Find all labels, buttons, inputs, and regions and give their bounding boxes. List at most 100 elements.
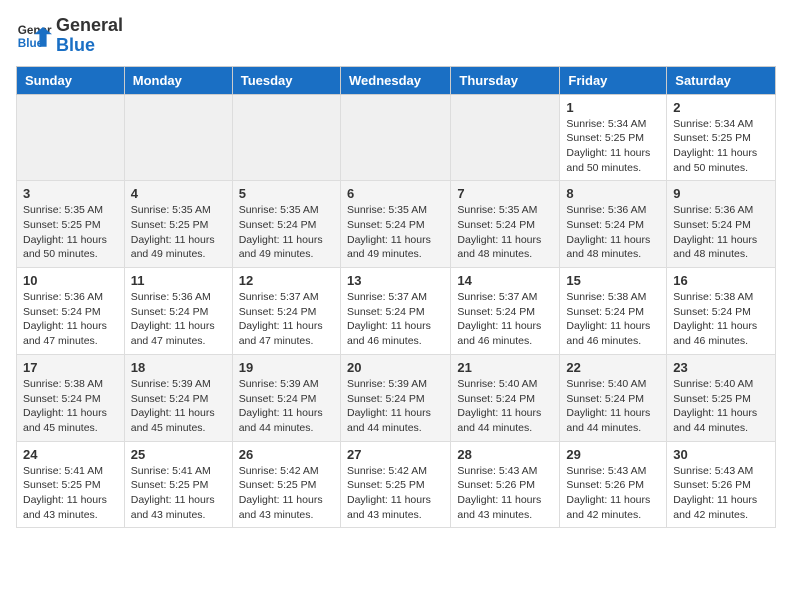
calendar-day-cell: 26 Sunrise: 5:42 AM Sunset: 5:25 PM Dayli…	[232, 441, 340, 528]
day-number: 10	[23, 273, 118, 288]
calendar-day-cell	[451, 94, 560, 181]
day-info: Sunrise: 5:35 AM Sunset: 5:24 PM Dayligh…	[457, 203, 553, 262]
day-number: 26	[239, 447, 334, 462]
weekday-header-sunday: Sunday	[17, 66, 125, 94]
day-number: 29	[566, 447, 660, 462]
day-info: Sunrise: 5:39 AM Sunset: 5:24 PM Dayligh…	[347, 377, 444, 436]
calendar-day-cell: 3 Sunrise: 5:35 AM Sunset: 5:25 PM Daylig…	[17, 181, 125, 268]
day-number: 30	[673, 447, 769, 462]
weekday-header-tuesday: Tuesday	[232, 66, 340, 94]
day-number: 5	[239, 186, 334, 201]
day-info: Sunrise: 5:41 AM Sunset: 5:25 PM Dayligh…	[131, 464, 226, 523]
day-info: Sunrise: 5:38 AM Sunset: 5:24 PM Dayligh…	[673, 290, 769, 349]
day-info: Sunrise: 5:43 AM Sunset: 5:26 PM Dayligh…	[457, 464, 553, 523]
logo-text: General Blue	[56, 16, 123, 56]
day-number: 18	[131, 360, 226, 375]
day-number: 9	[673, 186, 769, 201]
day-number: 11	[131, 273, 226, 288]
day-number: 15	[566, 273, 660, 288]
day-info: Sunrise: 5:39 AM Sunset: 5:24 PM Dayligh…	[131, 377, 226, 436]
day-number: 28	[457, 447, 553, 462]
calendar-day-cell: 27 Sunrise: 5:42 AM Sunset: 5:25 PM Dayli…	[340, 441, 450, 528]
calendar-week-row: 1Sunrise: 5:34 AM Sunset: 5:25 PM Daylig…	[17, 94, 776, 181]
calendar-day-cell: 21 Sunrise: 5:40 AM Sunset: 5:24 PM Dayli…	[451, 354, 560, 441]
day-info: Sunrise: 5:41 AM Sunset: 5:25 PM Dayligh…	[23, 464, 118, 523]
day-number: 16	[673, 273, 769, 288]
day-number: 6	[347, 186, 444, 201]
calendar-day-cell: 15 Sunrise: 5:38 AM Sunset: 5:24 PM Dayli…	[560, 268, 667, 355]
calendar-day-cell: 5 Sunrise: 5:35 AM Sunset: 5:24 PM Daylig…	[232, 181, 340, 268]
calendar-day-cell: 2 Sunrise: 5:34 AM Sunset: 5:25 PM Daylig…	[667, 94, 776, 181]
calendar-day-cell	[232, 94, 340, 181]
day-number: 24	[23, 447, 118, 462]
day-number: 20	[347, 360, 444, 375]
calendar-day-cell: 23Sunrise: 5:40 AM Sunset: 5:25 PM Dayli…	[667, 354, 776, 441]
calendar-day-cell: 25 Sunrise: 5:41 AM Sunset: 5:25 PM Dayli…	[124, 441, 232, 528]
day-info: Sunrise: 5:34 AM Sunset: 5:25 PM Dayligh…	[673, 117, 769, 176]
day-info: Sunrise: 5:38 AM Sunset: 5:24 PM Dayligh…	[566, 290, 660, 349]
day-info: Sunrise: 5:35 AM Sunset: 5:25 PM Dayligh…	[23, 203, 118, 262]
day-info: Sunrise: 5:38 AM Sunset: 5:24 PM Dayligh…	[23, 377, 118, 436]
day-number: 25	[131, 447, 226, 462]
day-number: 21	[457, 360, 553, 375]
calendar-day-cell: 9 Sunrise: 5:36 AM Sunset: 5:24 PM Daylig…	[667, 181, 776, 268]
calendar-day-cell: 16 Sunrise: 5:38 AM Sunset: 5:24 PM Dayli…	[667, 268, 776, 355]
day-info: Sunrise: 5:40 AM Sunset: 5:24 PM Dayligh…	[457, 377, 553, 436]
calendar-week-row: 3 Sunrise: 5:35 AM Sunset: 5:25 PM Daylig…	[17, 181, 776, 268]
calendar-day-cell: 4Sunrise: 5:35 AM Sunset: 5:25 PM Daylig…	[124, 181, 232, 268]
day-info: Sunrise: 5:43 AM Sunset: 5:26 PM Dayligh…	[566, 464, 660, 523]
calendar-day-cell: 14 Sunrise: 5:37 AM Sunset: 5:24 PM Dayli…	[451, 268, 560, 355]
day-info: Sunrise: 5:36 AM Sunset: 5:24 PM Dayligh…	[566, 203, 660, 262]
calendar-day-cell: 29 Sunrise: 5:43 AM Sunset: 5:26 PM Dayli…	[560, 441, 667, 528]
day-number: 27	[347, 447, 444, 462]
calendar-day-cell: 10 Sunrise: 5:36 AM Sunset: 5:24 PM Dayli…	[17, 268, 125, 355]
logo: General Blue General Blue	[16, 16, 123, 56]
day-info: Sunrise: 5:42 AM Sunset: 5:25 PM Dayligh…	[347, 464, 444, 523]
calendar-day-cell: 11 Sunrise: 5:36 AM Sunset: 5:24 PM Dayli…	[124, 268, 232, 355]
day-info: Sunrise: 5:39 AM Sunset: 5:24 PM Dayligh…	[239, 377, 334, 436]
day-info: Sunrise: 5:40 AM Sunset: 5:24 PM Dayligh…	[566, 377, 660, 436]
calendar-day-cell: 18 Sunrise: 5:39 AM Sunset: 5:24 PM Dayli…	[124, 354, 232, 441]
day-number: 4	[131, 186, 226, 201]
day-info: Sunrise: 5:35 AM Sunset: 5:24 PM Dayligh…	[239, 203, 334, 262]
day-info: Sunrise: 5:36 AM Sunset: 5:24 PM Dayligh…	[23, 290, 118, 349]
day-number: 8	[566, 186, 660, 201]
weekday-header-monday: Monday	[124, 66, 232, 94]
day-info: Sunrise: 5:37 AM Sunset: 5:24 PM Dayligh…	[347, 290, 444, 349]
weekday-header-saturday: Saturday	[667, 66, 776, 94]
day-number: 7	[457, 186, 553, 201]
calendar-day-cell: 6 Sunrise: 5:35 AM Sunset: 5:24 PM Daylig…	[340, 181, 450, 268]
day-info: Sunrise: 5:42 AM Sunset: 5:25 PM Dayligh…	[239, 464, 334, 523]
calendar-day-cell: 24 Sunrise: 5:41 AM Sunset: 5:25 PM Dayli…	[17, 441, 125, 528]
day-info: Sunrise: 5:36 AM Sunset: 5:24 PM Dayligh…	[131, 290, 226, 349]
calendar-day-cell	[124, 94, 232, 181]
day-number: 14	[457, 273, 553, 288]
calendar-week-row: 10 Sunrise: 5:36 AM Sunset: 5:24 PM Dayli…	[17, 268, 776, 355]
calendar-day-cell: 8 Sunrise: 5:36 AM Sunset: 5:24 PM Daylig…	[560, 181, 667, 268]
weekday-header-thursday: Thursday	[451, 66, 560, 94]
calendar-day-cell: 17 Sunrise: 5:38 AM Sunset: 5:24 PM Dayli…	[17, 354, 125, 441]
calendar-day-cell: 1Sunrise: 5:34 AM Sunset: 5:25 PM Daylig…	[560, 94, 667, 181]
header-row: SundayMondayTuesdayWednesdayThursdayFrid…	[17, 66, 776, 94]
day-number: 22	[566, 360, 660, 375]
day-info: Sunrise: 5:37 AM Sunset: 5:24 PM Dayligh…	[457, 290, 553, 349]
day-info: Sunrise: 5:35 AM Sunset: 5:24 PM Dayligh…	[347, 203, 444, 262]
calendar-week-row: 17 Sunrise: 5:38 AM Sunset: 5:24 PM Dayli…	[17, 354, 776, 441]
day-number: 2	[673, 100, 769, 115]
calendar-day-cell: 20 Sunrise: 5:39 AM Sunset: 5:24 PM Dayli…	[340, 354, 450, 441]
calendar-week-row: 24 Sunrise: 5:41 AM Sunset: 5:25 PM Dayli…	[17, 441, 776, 528]
weekday-header-wednesday: Wednesday	[340, 66, 450, 94]
day-number: 17	[23, 360, 118, 375]
day-info: Sunrise: 5:34 AM Sunset: 5:25 PM Dayligh…	[566, 117, 660, 176]
day-info: Sunrise: 5:36 AM Sunset: 5:24 PM Dayligh…	[673, 203, 769, 262]
day-number: 3	[23, 186, 118, 201]
logo-icon: General Blue	[16, 18, 52, 54]
day-number: 23	[673, 360, 769, 375]
calendar-day-cell: 30Sunrise: 5:43 AM Sunset: 5:26 PM Dayli…	[667, 441, 776, 528]
calendar-day-cell: 19Sunrise: 5:39 AM Sunset: 5:24 PM Dayli…	[232, 354, 340, 441]
calendar-day-cell	[17, 94, 125, 181]
calendar-table: SundayMondayTuesdayWednesdayThursdayFrid…	[16, 66, 776, 529]
calendar-day-cell: 22 Sunrise: 5:40 AM Sunset: 5:24 PM Dayli…	[560, 354, 667, 441]
calendar-day-cell: 28 Sunrise: 5:43 AM Sunset: 5:26 PM Dayli…	[451, 441, 560, 528]
day-info: Sunrise: 5:37 AM Sunset: 5:24 PM Dayligh…	[239, 290, 334, 349]
